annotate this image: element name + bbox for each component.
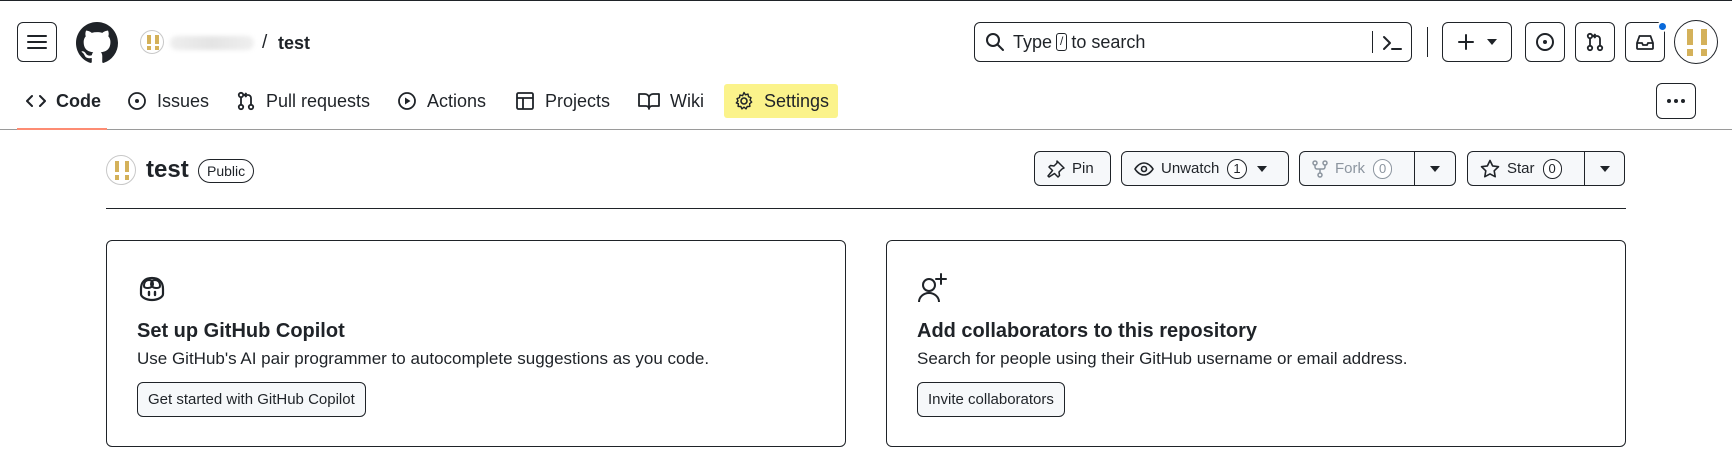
breadcrumb-repo-link[interactable]: test [278, 33, 310, 54]
pin-label: Pin [1072, 160, 1094, 177]
owner-avatar[interactable] [140, 30, 164, 54]
tab-label: Code [56, 90, 101, 111]
invite-collaborators-button[interactable]: Invite collaborators [917, 382, 1065, 417]
tab-label: Actions [427, 90, 487, 111]
copilot-card: Set up GitHub Copilot Use GitHub's AI pa… [106, 240, 846, 447]
fork-label: Fork [1335, 160, 1365, 177]
tab-label: Pull requests [266, 90, 371, 111]
search-icon [986, 33, 1004, 51]
tab-label: Issues [157, 90, 210, 111]
search-input[interactable]: Type / to search [974, 22, 1412, 62]
star-counter: 0 [1542, 158, 1562, 179]
hamburger-icon [27, 35, 47, 49]
copilot-icon [139, 276, 165, 302]
menu-button[interactable] [17, 22, 57, 62]
star-dropdown-chevron-icon[interactable] [1600, 166, 1610, 172]
gear-icon [735, 91, 753, 110]
fork-dropdown-chevron-icon[interactable] [1430, 166, 1440, 172]
unwatch-label: Unwatch [1161, 160, 1220, 177]
play-icon [398, 92, 416, 110]
user-avatar[interactable] [1674, 20, 1718, 64]
fork-icon [1312, 159, 1328, 178]
unwatch-button[interactable]: Unwatch 1 [1121, 151, 1289, 186]
search-placeholder: Type / to search [1013, 32, 1145, 53]
repo-owner-avatar[interactable] [106, 155, 136, 185]
tab-code[interactable]: Code [26, 80, 101, 122]
tab-issues[interactable]: Issues [127, 80, 209, 122]
tab-pull-requests[interactable]: Pull requests [236, 80, 370, 122]
fork-split-divider [1414, 151, 1415, 186]
eye-icon [1134, 161, 1154, 176]
issues-button[interactable] [1525, 22, 1565, 62]
table-icon [516, 92, 534, 110]
owner-name-redacted[interactable] [170, 36, 254, 50]
more-options-button[interactable] [1656, 83, 1696, 119]
star-icon [1480, 159, 1500, 177]
star-label: Star [1507, 160, 1535, 177]
pull-request-icon [1586, 32, 1604, 52]
pull-requests-button[interactable] [1575, 22, 1615, 62]
pin-icon [1047, 159, 1065, 178]
pin-button[interactable]: Pin [1034, 151, 1111, 186]
plus-icon [1458, 34, 1474, 50]
visibility-badge: Public [198, 159, 255, 183]
issue-icon [128, 92, 146, 110]
code-icon [26, 95, 46, 107]
collaborators-card: Add collaborators to this repository Sea… [886, 240, 1626, 447]
tab-wiki[interactable]: Wiki [638, 80, 704, 122]
issue-icon [1536, 33, 1554, 51]
repo-title[interactable]: test [146, 156, 189, 184]
search-prefix: Type [1013, 31, 1053, 52]
github-logo-icon[interactable] [76, 22, 118, 64]
chevron-down-icon [1487, 39, 1497, 45]
pull-request-icon [237, 91, 255, 111]
notification-dot [1657, 21, 1668, 32]
tab-label: Settings [764, 90, 830, 111]
get-started-copilot-button[interactable]: Get started with GitHub Copilot [137, 382, 366, 417]
card-title: Set up GitHub Copilot [137, 320, 345, 342]
chevron-down-icon [1256, 165, 1267, 172]
watch-counter: 1 [1227, 158, 1247, 179]
fork-counter: 0 [1373, 158, 1393, 179]
card-description: Search for people using their GitHub use… [917, 349, 1408, 368]
repo-header-divider [106, 208, 1626, 209]
search-shortcut-key: / [1056, 33, 1068, 51]
repo-nav-tabs: Code Issues Pull requests Actions Projec… [0, 80, 1732, 130]
card-title: Add collaborators to this repository [917, 320, 1258, 342]
breadcrumb-separator: / [262, 32, 268, 53]
book-icon [638, 93, 660, 110]
tab-settings[interactable]: Settings [734, 80, 829, 122]
search-suffix: to search [1071, 31, 1146, 52]
person-add-icon [918, 273, 947, 303]
active-tab-underline [17, 128, 107, 130]
tab-projects[interactable]: Projects [515, 80, 610, 122]
star-split-divider [1584, 151, 1585, 186]
search-divider [1372, 31, 1373, 53]
card-description: Use GitHub's AI pair programmer to autoc… [137, 349, 710, 368]
tab-label: Wiki [670, 90, 704, 111]
tab-actions[interactable]: Actions [397, 80, 486, 122]
create-new-button[interactable] [1442, 22, 1512, 62]
tab-label: Projects [545, 90, 611, 111]
header-divider [1427, 27, 1428, 57]
command-palette-icon[interactable] [1381, 32, 1403, 54]
inbox-icon [1636, 35, 1654, 50]
kebab-horizontal-icon [1667, 99, 1685, 103]
